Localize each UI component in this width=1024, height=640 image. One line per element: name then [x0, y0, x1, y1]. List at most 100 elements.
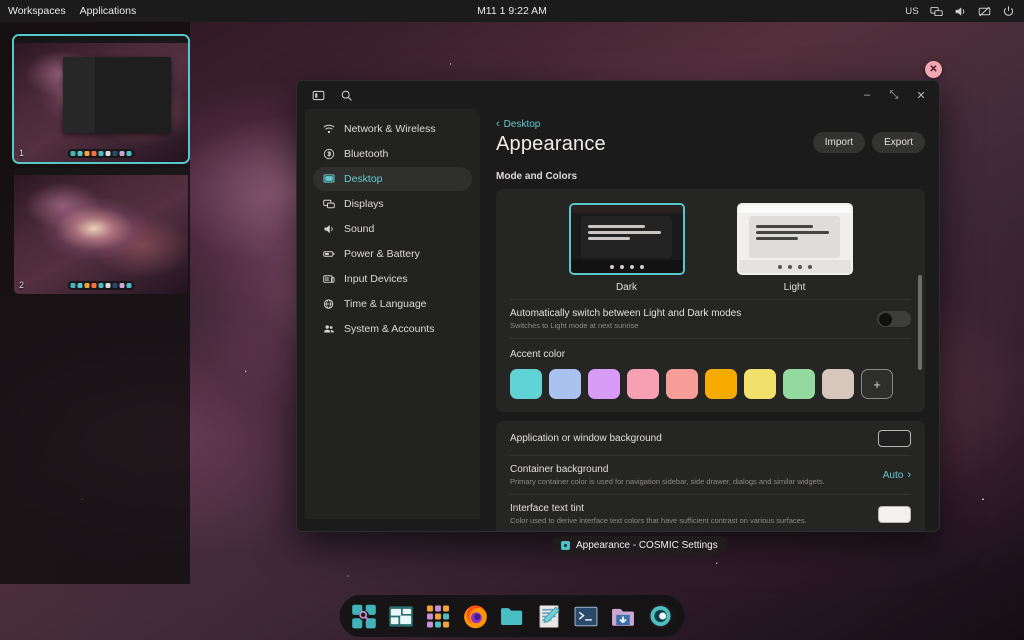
import-button[interactable]: Import — [812, 132, 866, 153]
breadcrumb[interactable]: ‹ Desktop — [496, 119, 925, 131]
accent-swatch[interactable] — [549, 369, 581, 399]
accent-swatch[interactable] — [627, 369, 659, 399]
accent-swatch[interactable] — [783, 369, 815, 399]
container-background-value[interactable]: Auto › — [883, 469, 911, 481]
row-container-background[interactable]: Container background Primary container c… — [496, 456, 925, 494]
auto-switch-toggle[interactable] — [877, 311, 911, 327]
row-subtitle: Color used to derive interface text colo… — [510, 516, 807, 525]
content-scrollbar[interactable] — [918, 275, 922, 370]
sidebar-item-power-battery[interactable]: Power & Battery — [313, 242, 472, 266]
mode-and-colors-card: Dark Light Automatically switch between … — [496, 189, 925, 412]
row-application-background[interactable]: Application or window background — [496, 421, 925, 455]
dock-workspaces[interactable] — [386, 601, 417, 632]
dock-app-grid[interactable] — [423, 601, 454, 632]
mode-label: Light — [783, 282, 806, 293]
sidebar-item-displays[interactable]: Displays — [313, 192, 472, 216]
dock-text-editor[interactable] — [534, 601, 565, 632]
sidebar-item-label: Network & Wireless — [344, 123, 436, 135]
breadcrumb-label: Desktop — [503, 119, 541, 130]
accent-swatch[interactable] — [588, 369, 620, 399]
accent-swatch-list: + — [510, 369, 911, 399]
color-chip-interface-text-tint[interactable] — [878, 505, 911, 523]
sidebar-item-sound[interactable]: Sound — [313, 217, 472, 241]
auto-switch-row[interactable]: Automatically switch between Light and D… — [496, 300, 925, 338]
accent-swatch[interactable] — [510, 369, 542, 399]
floating-close-button[interactable]: ✕ — [925, 61, 942, 78]
auto-switch-subtitle: Switches to Light mode at next sunrise — [510, 321, 639, 330]
sidebar-item-label: Time & Language — [344, 298, 427, 310]
sidebar-item-bluetooth[interactable]: Bluetooth — [313, 142, 472, 166]
section-heading-mode-and-colors: Mode and Colors — [496, 171, 578, 182]
close-button[interactable]: ✕ — [909, 85, 933, 105]
search-icon[interactable] — [335, 85, 357, 105]
top-panel: Workspaces Applications M11 1 9:22 AM US — [0, 0, 1024, 22]
taskbar-window-item[interactable]: Appearance - COSMIC Settings — [551, 536, 728, 554]
workspace-number-2: 2 — [19, 280, 25, 290]
taskbar-window-title: Appearance - COSMIC Settings — [576, 539, 718, 551]
dock-cosmic-settings[interactable] — [645, 601, 676, 632]
row-title: Interface text tint — [510, 503, 584, 514]
maximize-button[interactable]: ⤡ — [882, 85, 906, 105]
sidebar-item-system-accounts[interactable]: System & Accounts — [313, 317, 472, 341]
sidebar-item-input-devices[interactable]: Input Devices — [313, 267, 472, 291]
volume-icon[interactable] — [954, 5, 967, 18]
dock-firefox[interactable] — [460, 601, 491, 632]
globe-clock-icon — [322, 298, 335, 311]
sidebar-item-label: Power & Battery — [344, 248, 420, 260]
accent-swatch[interactable] — [744, 369, 776, 399]
network-disabled-icon[interactable] — [978, 5, 991, 18]
power-icon[interactable] — [1002, 5, 1015, 18]
sidebar-toggle-icon[interactable] — [307, 85, 329, 105]
add-accent-color-button[interactable]: + — [861, 369, 893, 399]
sidebar-item-network-wireless[interactable]: Network & Wireless — [313, 117, 472, 141]
window-titlebar: – ⤡ ✕ — [297, 81, 939, 109]
dock-terminal[interactable] — [571, 601, 602, 632]
workspace-dock-preview — [67, 149, 135, 158]
page-title: Appearance — [496, 133, 606, 155]
sidebar-item-label: Input Devices — [344, 273, 408, 285]
wifi-icon — [322, 123, 335, 136]
panel-applications-button[interactable]: Applications — [80, 5, 137, 17]
display-icon[interactable] — [930, 5, 943, 18]
auto-switch-title: Automatically switch between Light and D… — [510, 308, 742, 319]
keyboard-icon — [322, 273, 335, 286]
dock-files[interactable] — [497, 601, 528, 632]
workspace-top-panel — [14, 36, 188, 43]
keyboard-layout-indicator[interactable]: US — [905, 6, 919, 17]
dock-app-launcher[interactable] — [349, 601, 380, 632]
row-title: Application or window background — [510, 432, 662, 444]
sidebar-item-label: Bluetooth — [344, 148, 389, 160]
settings-sidebar: Network & Wireless Bluetooth Desktop Dis… — [305, 109, 480, 519]
accent-color-section: Accent color + — [496, 339, 925, 412]
dock-store[interactable] — [608, 601, 639, 632]
panel-workspaces-button[interactable]: Workspaces — [8, 5, 66, 17]
sidebar-item-label: System & Accounts — [344, 323, 435, 335]
sidebar-item-desktop[interactable]: Desktop — [313, 167, 472, 191]
mode-option-light[interactable]: Light — [736, 203, 853, 293]
workspace-thumbnail-2[interactable] — [14, 168, 188, 294]
minimize-button[interactable]: – — [855, 85, 879, 105]
bluetooth-icon — [322, 148, 335, 161]
export-button[interactable]: Export — [872, 132, 925, 153]
mode-label: Dark — [615, 282, 638, 293]
dock — [339, 595, 685, 637]
auto-label: Auto — [882, 469, 904, 481]
color-settings-card: Application or window background Contain… — [496, 421, 925, 531]
accent-swatch[interactable] — [705, 369, 737, 399]
mode-selector: Dark Light — [496, 189, 925, 299]
workspace-thumbnail-1[interactable] — [12, 34, 190, 164]
cosmic-settings-icon — [561, 540, 570, 550]
accent-swatch[interactable] — [666, 369, 698, 399]
row-interface-text-tint[interactable]: Interface text tint Color used to derive… — [496, 495, 925, 531]
sidebar-item-time-language[interactable]: Time & Language — [313, 292, 472, 316]
sidebar-item-label: Desktop — [344, 173, 383, 185]
mode-option-dark[interactable]: Dark — [568, 203, 685, 293]
panel-clock[interactable]: M11 1 9:22 AM — [0, 5, 1024, 17]
color-chip-application-background[interactable] — [878, 429, 911, 447]
sidebar-item-label: Displays — [344, 198, 384, 210]
display-icon — [322, 198, 335, 211]
accent-swatch[interactable] — [822, 369, 854, 399]
desktop-icon — [322, 173, 335, 186]
speaker-icon — [322, 223, 335, 236]
workspace-dock-preview — [67, 281, 135, 290]
